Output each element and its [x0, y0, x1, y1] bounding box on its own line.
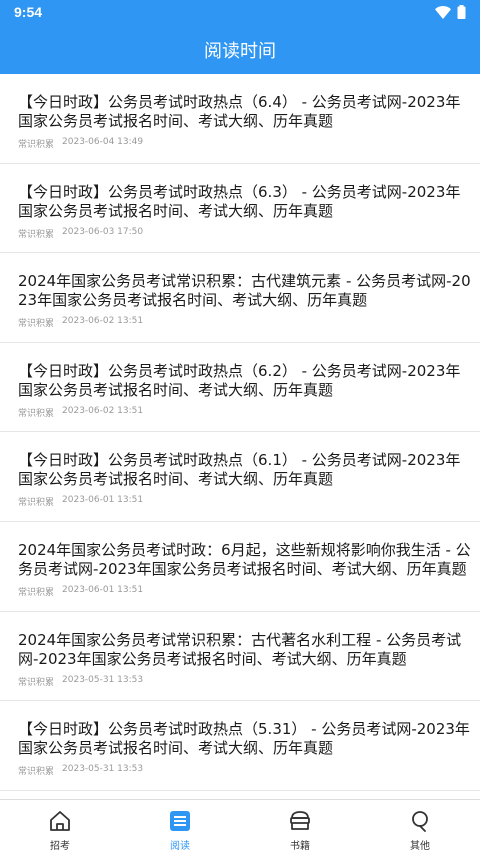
tab-other[interactable]: 其他	[360, 800, 480, 855]
article-meta: 常识积累 2023-05-31 13:53	[18, 764, 472, 777]
article-category: 常识积累	[18, 408, 55, 419]
tab-label: 书籍	[290, 841, 310, 852]
article-title: 2024年国家公务员考试时政：6月起，这些新规将影响你我生活 - 公务员考试网-…	[18, 540, 471, 578]
article-date: 2023-06-01 13:51	[62, 584, 144, 595]
app-header: 9:54 阅读时间	[0, 0, 480, 74]
article-meta: 常识积累 2023-06-01 13:51	[18, 585, 472, 598]
article-meta: 常识积累 2023-06-01 13:51	[18, 495, 472, 508]
article-date: 2023-06-03 17:50	[62, 226, 144, 237]
article-date: 2023-05-31 13:53	[62, 674, 144, 685]
list-item[interactable]: 【今日时政】公务员考试时政热点（6.3） - 公务员考试网-2023年国家公务员…	[0, 164, 480, 254]
list-item[interactable]: 2024年国家公务员考试时政：6月起，这些新规将影响你我生活 - 公务员考试网-…	[0, 522, 480, 612]
bottom-tab-bar: 招考 阅读 书籍 其他	[0, 799, 480, 855]
article-category: 常识积累	[18, 767, 55, 778]
page-title: 阅读时间	[204, 41, 276, 62]
article-date: 2023-05-31 13:53	[62, 764, 144, 775]
article-title: 【今日时政】公务员考试时政热点（6.3） - 公务员考试网-2023年国家公务员…	[18, 182, 461, 220]
article-date: 2023-06-02 13:51	[62, 405, 144, 416]
article-title: 【今日时政】公务员考试时政热点（6.4） - 公务员考试网-2023年国家公务员…	[18, 93, 461, 130]
tab-recruit[interactable]: 招考	[0, 800, 120, 855]
profile-icon	[408, 809, 432, 833]
tab-label: 阅读	[170, 841, 190, 852]
article-category: 常识积累	[18, 140, 55, 150]
article-category: 常识积累	[18, 229, 55, 240]
list-item[interactable]: 2024年国家公务员考试常识积累：古代著名水利工程 - 公务员考试网-2023年…	[0, 612, 480, 702]
list-item[interactable]: 2024年国家公务员考试常识积累：古代建筑元素 - 公务员考试网-2023年国家…	[0, 253, 480, 343]
list-item[interactable]: 【今日时政】公务员考试时政热点（6.2） - 公务员考试网-2023年国家公务员…	[0, 343, 480, 433]
status-time: 9:54	[14, 4, 43, 20]
wifi-icon	[435, 4, 451, 23]
article-date: 2023-06-01 13:51	[62, 495, 144, 506]
article-meta: 常识积累 2023-05-31 13:53	[18, 675, 472, 688]
article-title: 2024年国家公务员考试常识积累：古代建筑元素 - 公务员考试网-2023年国家…	[18, 272, 471, 310]
article-meta: 常识积累 2023-06-02 13:51	[18, 316, 472, 329]
list-item[interactable]: 【今日时政】公务员考试时政热点（6.4） - 公务员考试网-2023年国家公务员…	[0, 74, 480, 164]
article-date: 2023-06-02 13:51	[62, 316, 144, 327]
article-meta: 常识积累 2023-06-03 17:50	[18, 227, 472, 240]
status-icons	[435, 4, 466, 23]
article-category: 常识积累	[18, 319, 55, 330]
article-title: 【今日时政】公务员考试时政热点（6.1） - 公务员考试网-2023年国家公务员…	[18, 451, 461, 489]
battery-icon	[457, 4, 466, 23]
list-item[interactable]: 【今日时政】公务员考试时政热点（5.31） - 公务员考试网-2023年国家公务…	[0, 701, 480, 791]
tab-label: 其他	[410, 841, 430, 852]
title-bar: 阅读时间	[0, 26, 480, 74]
article-title: 【今日时政】公务员考试时政热点（6.2） - 公务员考试网-2023年国家公务员…	[18, 361, 461, 399]
article-date: 2023-06-04 13:49	[62, 137, 144, 147]
tab-label: 招考	[50, 841, 70, 852]
home-icon	[48, 809, 72, 833]
books-icon	[288, 809, 312, 833]
article-list[interactable]: 【今日时政】公务员考试时政热点（6.4） - 公务员考试网-2023年国家公务员…	[0, 74, 480, 799]
article-title: 【今日时政】公务员考试时政热点（5.31） - 公务员考试网-2023年国家公务…	[18, 720, 470, 758]
reading-icon	[168, 809, 192, 833]
status-bar: 9:54	[0, 0, 480, 26]
tab-books[interactable]: 书籍	[240, 800, 360, 855]
list-item[interactable]: 【今日时政】公务员考试时政热点（6.1） - 公务员考试网-2023年国家公务员…	[0, 432, 480, 522]
article-meta: 常识积累 2023-06-04 13:49	[18, 137, 472, 150]
article-meta: 常识积累 2023-06-02 13:51	[18, 406, 472, 419]
tab-reading[interactable]: 阅读	[120, 800, 240, 855]
article-category: 常识积累	[18, 677, 55, 688]
article-title: 2024年国家公务员考试常识积累：古代著名水利工程 - 公务员考试网-2023年…	[18, 630, 462, 668]
article-category: 常识积累	[18, 498, 55, 509]
article-category: 常识积累	[18, 587, 55, 598]
